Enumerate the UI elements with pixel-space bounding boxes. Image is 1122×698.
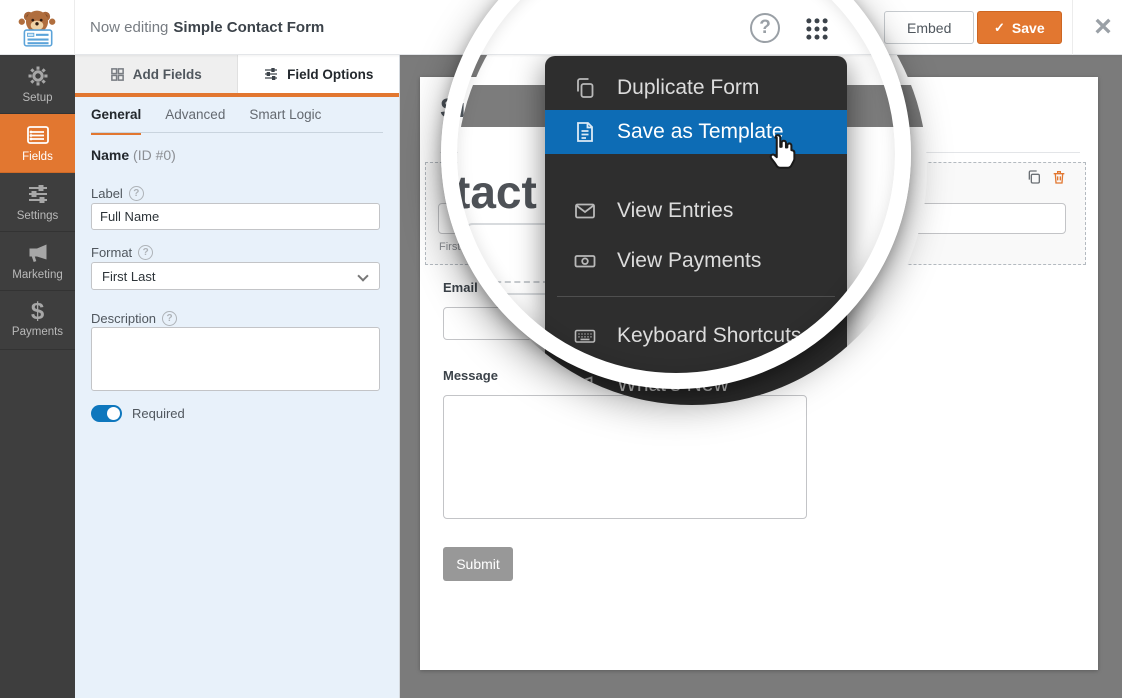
- panel-accent-bar: [75, 93, 399, 97]
- required-toggle[interactable]: [91, 405, 122, 422]
- dollar-icon: $: [31, 302, 44, 322]
- wpforms-builder: Simple Contact Form First Last: [0, 0, 1122, 698]
- builder-sidebar: Setup Fields Settings Marketing $: [0, 55, 75, 698]
- field-options-panel: Add Fields Field Options General Advance…: [75, 55, 400, 698]
- description-option-label: Description ?: [91, 311, 177, 326]
- sidebar-item-payments[interactable]: $ Payments: [0, 291, 75, 350]
- subtab-underline: [91, 132, 383, 133]
- subtab-advanced[interactable]: Advanced: [165, 107, 225, 135]
- megaphone-icon: [25, 241, 51, 265]
- toggle-knob: [107, 407, 120, 420]
- message-textarea[interactable]: [443, 395, 807, 519]
- sliders-icon: [26, 182, 50, 206]
- close-icon[interactable]: ×: [1085, 8, 1121, 46]
- bear-mascot-icon: [16, 7, 58, 49]
- grid-squares-icon: [110, 67, 125, 82]
- sidebar-item-fields[interactable]: Fields: [0, 114, 75, 173]
- format-select[interactable]: First Last: [91, 262, 380, 290]
- sidebar-item-marketing[interactable]: Marketing: [0, 232, 75, 291]
- chevron-down-icon: [357, 270, 368, 281]
- description-textarea[interactable]: [91, 327, 380, 391]
- topbar-divider: [1072, 0, 1073, 55]
- help-circle-icon[interactable]: ?: [162, 311, 177, 326]
- label-input[interactable]: [91, 203, 380, 230]
- help-circle-icon[interactable]: ?: [138, 245, 153, 260]
- field-heading: Name (ID #0): [91, 147, 176, 163]
- panel-tabs: Add Fields Field Options: [75, 55, 399, 93]
- tab-field-options[interactable]: Field Options: [238, 55, 400, 93]
- embed-button[interactable]: Embed: [884, 11, 974, 44]
- gear-icon: [26, 64, 50, 88]
- megaphone-icon: [573, 373, 597, 397]
- wpforms-logo: [0, 0, 75, 55]
- tab-add-fields[interactable]: Add Fields: [75, 55, 238, 93]
- required-row: Required: [91, 405, 185, 422]
- duplicate-field-icon[interactable]: [1026, 169, 1042, 190]
- delete-field-icon[interactable]: [1051, 169, 1067, 190]
- option-subtabs: General Advanced Smart Logic: [91, 107, 383, 135]
- subtab-smart-logic[interactable]: Smart Logic: [249, 107, 321, 135]
- label-option-label: Label ?: [91, 186, 144, 201]
- now-editing-label: Now editing Simple Contact Form: [90, 0, 324, 55]
- help-circle-icon[interactable]: ?: [129, 186, 144, 201]
- sidebar-item-settings[interactable]: Settings: [0, 173, 75, 232]
- sidebar-item-setup[interactable]: Setup: [0, 55, 75, 114]
- sliders-icon: [263, 66, 279, 82]
- fields-icon: [25, 123, 51, 147]
- field-actions: [1026, 169, 1067, 190]
- save-button[interactable]: ✓ Save: [977, 11, 1062, 44]
- form-name: Simple Contact Form: [173, 19, 324, 36]
- subtab-general[interactable]: General: [91, 107, 141, 135]
- submit-button[interactable]: Submit: [443, 547, 513, 581]
- check-icon: ✓: [994, 20, 1005, 36]
- format-option-label: Format ?: [91, 245, 153, 260]
